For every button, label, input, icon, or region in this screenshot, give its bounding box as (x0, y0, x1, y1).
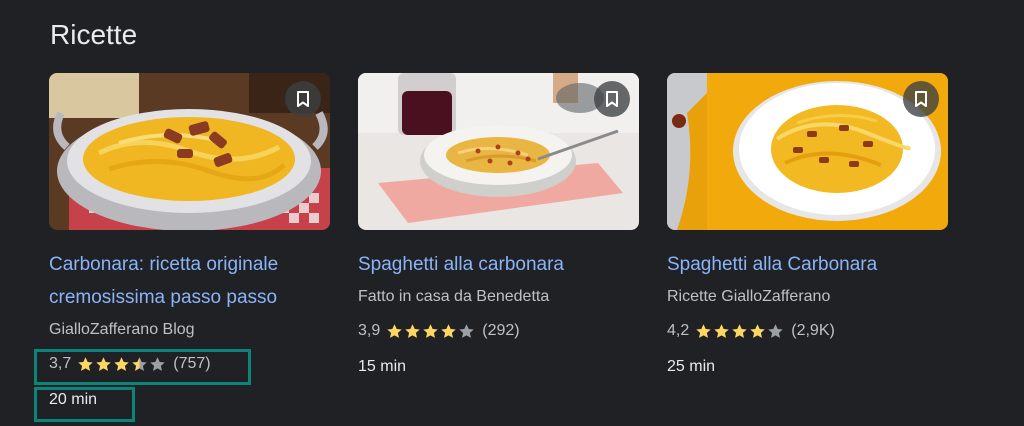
star-icon (459, 323, 474, 338)
recipe-image[interactable] (667, 73, 948, 230)
review-count: (2,9K) (791, 322, 835, 339)
rating-value: 3,9 (358, 322, 381, 339)
save-recipe-button[interactable] (903, 81, 939, 117)
star-icon (441, 323, 456, 338)
recipe-source: GialloZafferano Blog (49, 321, 195, 338)
save-recipe-button[interactable] (594, 81, 630, 117)
recipe-card[interactable]: Spaghetti alla carbonara Fatto in casa d… (358, 73, 639, 377)
time-highlight-box (34, 387, 135, 422)
star-icon (714, 323, 729, 338)
recipe-image[interactable] (358, 73, 639, 230)
star-icon (696, 323, 711, 338)
cook-time: 15 min (358, 358, 407, 375)
recipe-rating: 3,9 (292) (358, 321, 639, 341)
recipe-source: Fatto in casa da Benedetta (358, 288, 550, 305)
recipe-image[interactable] (49, 73, 330, 230)
star-icon (423, 323, 438, 338)
save-recipe-button[interactable] (285, 81, 321, 117)
rating-value: 4,2 (667, 322, 690, 339)
star-icon (387, 323, 402, 338)
star-icon (405, 323, 420, 338)
recipe-title-link[interactable]: Spaghetti alla carbonara (358, 248, 639, 281)
star-icon (750, 323, 765, 338)
section-title: Ricette (50, 19, 138, 50)
cook-time: 25 min (667, 358, 716, 375)
bookmark-icon (606, 91, 618, 107)
review-count: (292) (482, 322, 520, 339)
star-icon (732, 323, 747, 338)
recipe-rating: 4,2 (2,9K) (667, 321, 948, 341)
recipe-title-link[interactable]: Carbonara: ricetta originale cremosissim… (49, 248, 330, 314)
recipe-source: Ricette GialloZafferano (667, 288, 831, 305)
bookmark-icon (915, 91, 927, 107)
rating-highlight-box (34, 349, 251, 385)
rating-stars (386, 323, 476, 340)
star-icon (768, 323, 783, 338)
rating-stars (695, 323, 785, 340)
recipe-title-link[interactable]: Spaghetti alla Carbonara (667, 248, 948, 281)
recipe-card[interactable]: Spaghetti alla Carbonara Ricette GialloZ… (667, 73, 948, 377)
bookmark-icon (297, 91, 309, 107)
